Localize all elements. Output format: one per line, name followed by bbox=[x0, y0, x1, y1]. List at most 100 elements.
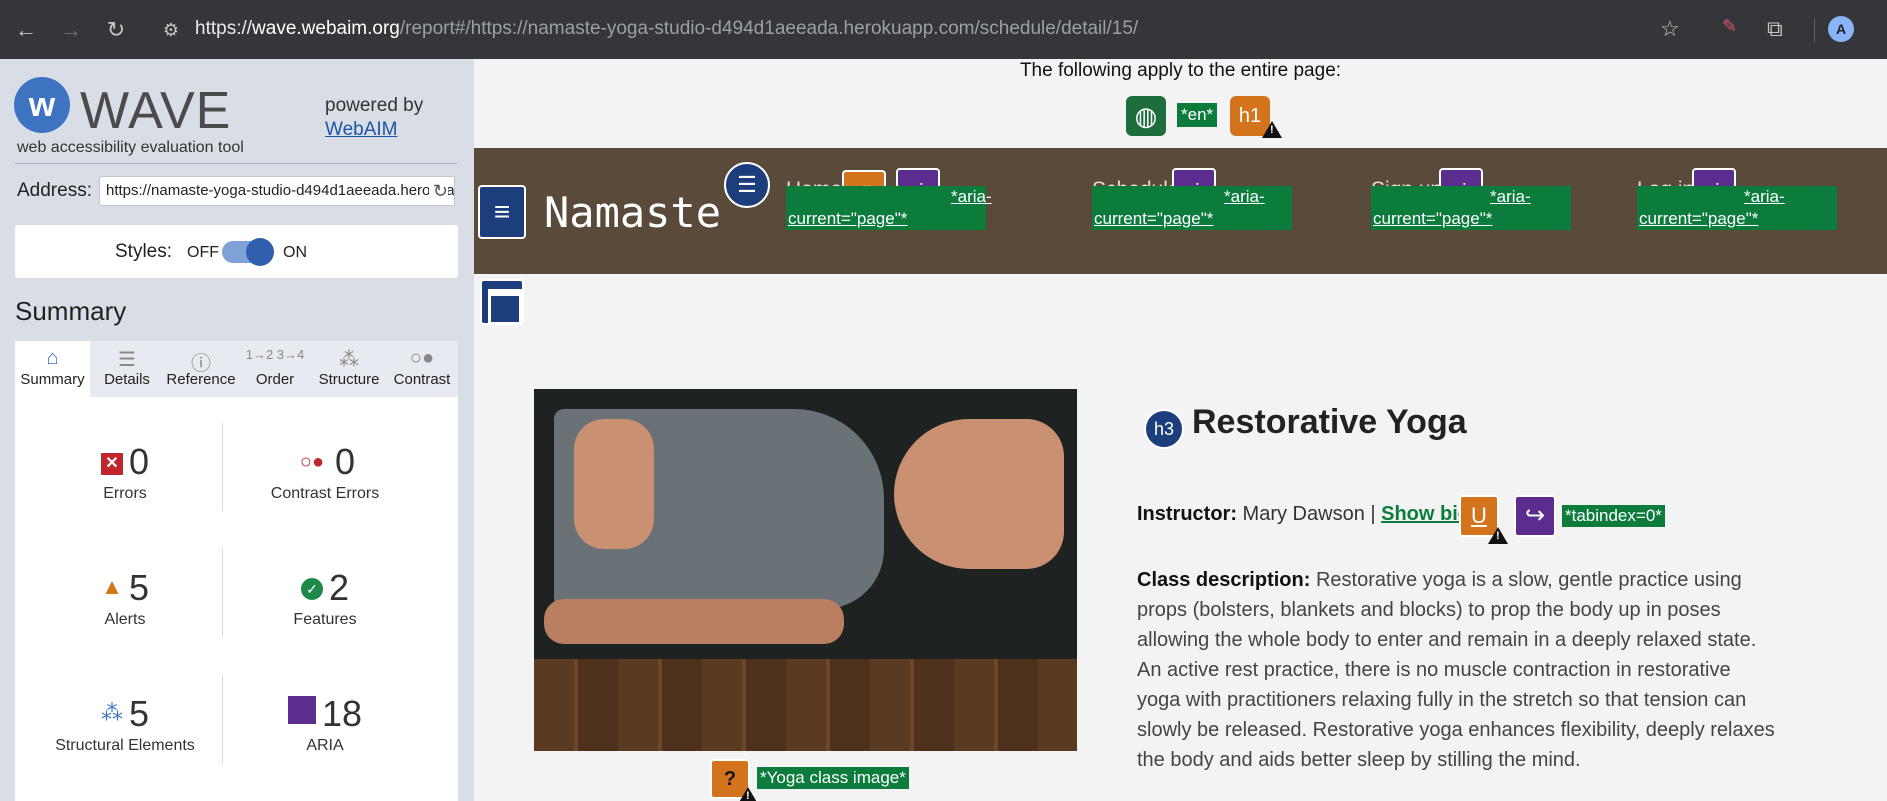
info-icon: ⓘ bbox=[191, 353, 211, 375]
yoga-class-image bbox=[534, 389, 1077, 751]
tab-contrast[interactable]: ○● Contrast bbox=[386, 341, 458, 397]
address-input[interactable]: https://namaste-yoga-studio-d494d1aeeada… bbox=[99, 176, 455, 206]
list-structure-icon[interactable]: ☰ bbox=[724, 162, 770, 208]
count-value: 18 bbox=[321, 693, 363, 734]
count-value: 0 bbox=[128, 441, 150, 482]
instructor-label: Instructor: bbox=[1137, 503, 1237, 525]
alert-icon: ▲ bbox=[101, 574, 123, 599]
tab-label: Details bbox=[104, 371, 150, 388]
summary-heading: Summary bbox=[15, 296, 127, 326]
instructor-name: Mary Dawson | bbox=[1237, 503, 1382, 525]
alerts-count[interactable]: ▲ 5 Alerts bbox=[25, 567, 225, 629]
aria-current-tag: *aria-current="page"* bbox=[1637, 186, 1837, 230]
bookmark-star-icon[interactable]: ☆ bbox=[1660, 16, 1680, 42]
extensions-puzzle-icon[interactable]: ⧉ bbox=[1767, 16, 1783, 42]
back-icon[interactable]: ← bbox=[12, 16, 40, 44]
count-label: Alerts bbox=[104, 611, 146, 628]
url-prefix: https:// bbox=[195, 18, 253, 39]
feature-check-icon: ✓ bbox=[300, 578, 323, 600]
heading-h3-icon[interactable]: h3 bbox=[1144, 409, 1184, 449]
class-description: Class description: Restorative yoga is a… bbox=[1137, 565, 1777, 775]
count-value: 2 bbox=[328, 567, 350, 608]
warning-icon bbox=[738, 787, 758, 801]
class-title: Restorative Yoga bbox=[1192, 403, 1467, 441]
tabindex-tag: *tabindex=0* bbox=[1562, 505, 1665, 527]
tab-summary[interactable]: ⌂ Summary bbox=[15, 341, 90, 397]
head-shape bbox=[894, 419, 1064, 569]
wave-logo-icon: w bbox=[14, 77, 70, 133]
powered-by-text: powered by bbox=[325, 95, 424, 116]
site-info-icon[interactable]: ⚙ bbox=[157, 16, 185, 44]
description-text: Restorative yoga is a slow, gentle pract… bbox=[1137, 569, 1775, 771]
count-label: Features bbox=[293, 611, 357, 628]
instructor-line: Instructor: Mary Dawson | Show bio bbox=[1137, 503, 1470, 526]
refresh-icon[interactable]: ↻ bbox=[428, 177, 448, 205]
url-path: /report#/https://namaste-yoga-studio-d49… bbox=[399, 18, 1139, 39]
contrast-icon: ○● bbox=[409, 347, 435, 369]
count-label: ARIA bbox=[306, 737, 344, 754]
evaluated-page: The following apply to the entire page: … bbox=[474, 59, 1887, 801]
profile-avatar[interactable]: A bbox=[1828, 16, 1854, 42]
toolbar-divider bbox=[1814, 18, 1815, 42]
aria-current-tag: *aria-current="page"* bbox=[1092, 186, 1292, 230]
main-content-structure-icon[interactable] bbox=[480, 279, 524, 325]
tab-label: Order bbox=[255, 371, 295, 388]
styles-toggle-switch[interactable] bbox=[222, 238, 274, 266]
divider bbox=[222, 549, 223, 637]
aria-current-tag: *aria-current="page"* bbox=[786, 186, 992, 230]
warning-icon bbox=[1488, 527, 1508, 544]
styles-toggle-panel: Styles: OFF ON bbox=[15, 225, 458, 278]
tab-label: Reference bbox=[166, 371, 236, 388]
count-label: Errors bbox=[103, 485, 147, 502]
error-icon: ✕ bbox=[100, 453, 123, 475]
reload-icon[interactable]: ↻ bbox=[102, 16, 130, 44]
list-icon: ☰ bbox=[118, 349, 136, 371]
wave-sidebar: w WAVE web accessibility evaluation tool… bbox=[0, 59, 474, 801]
header-structure-icon[interactable]: ≡ bbox=[478, 185, 526, 239]
description-label: Class description: bbox=[1137, 569, 1311, 591]
errors-count[interactable]: ✕ 0 Errors bbox=[25, 441, 225, 503]
structure-icon: ⁂ bbox=[339, 349, 359, 371]
tab-order[interactable]: 1→2 3→4 Order bbox=[238, 341, 312, 397]
divider bbox=[222, 423, 223, 511]
address-bar[interactable]: https://wave.webaim.org/report#/https://… bbox=[195, 18, 1138, 40]
image-alt-tag: *Yoga class image* bbox=[757, 767, 909, 789]
order-icon: 1→2 3→4 bbox=[245, 347, 305, 362]
styles-off-label: OFF bbox=[187, 244, 219, 261]
tab-structure[interactable]: ⁂ Structure bbox=[312, 341, 386, 397]
structural-elements-count[interactable]: ⁂ 5 Structural Elements bbox=[25, 693, 225, 755]
url-host: wave.webaim.org bbox=[252, 18, 400, 39]
show-bio-link[interactable]: Show bio bbox=[1381, 503, 1470, 525]
count-value: 5 bbox=[128, 693, 150, 734]
wave-subtitle: web accessibility evaluation tool bbox=[17, 139, 244, 156]
summary-counts: ✕ 0 Errors ○● 0 Contrast Errors ▲ 5 Alerts … bbox=[15, 397, 458, 801]
home-icon: ⌂ bbox=[46, 347, 59, 369]
count-value: 5 bbox=[128, 567, 150, 608]
divider bbox=[15, 163, 457, 164]
floor-shape bbox=[534, 659, 1077, 751]
extension-pen-icon[interactable]: ✎ bbox=[1722, 16, 1737, 37]
tab-label: Summary bbox=[20, 371, 85, 388]
aria-current-tag: *aria-current="page"* bbox=[1371, 186, 1571, 230]
webaim-link[interactable]: WebAIM bbox=[325, 119, 398, 141]
h1-label: h1 bbox=[1238, 105, 1262, 127]
count-label: Contrast Errors bbox=[270, 485, 380, 502]
forward-icon[interactable]: → bbox=[57, 16, 85, 44]
site-brand[interactable]: Namaste bbox=[544, 188, 721, 237]
wave-title: WAVE bbox=[80, 82, 232, 140]
tab-label: Contrast bbox=[393, 371, 451, 388]
aria-count[interactable]: 18 ARIA bbox=[225, 693, 425, 755]
arm-shape bbox=[544, 599, 844, 644]
contrast-errors-count[interactable]: ○● 0 Contrast Errors bbox=[225, 441, 425, 503]
address-label: Address: bbox=[17, 180, 92, 201]
aria-icon bbox=[287, 696, 316, 724]
address-value: https://namaste-yoga-studio-d494d1aeeada… bbox=[106, 182, 455, 199]
tab-details[interactable]: ☰ Details bbox=[90, 341, 164, 397]
tabindex-aria-icon[interactable]: ↪ bbox=[1514, 495, 1556, 537]
language-tag: *en* bbox=[1177, 103, 1218, 127]
features-count[interactable]: ✓ 2 Features bbox=[225, 567, 425, 629]
styles-on-label: ON bbox=[283, 244, 307, 261]
site-navbar: ≡ Namaste ☰ Home ↗ aria *aria-current="p… bbox=[474, 148, 1887, 274]
language-globe-icon[interactable]: ◍ bbox=[1126, 96, 1166, 136]
tab-reference[interactable]: ⓘ Reference bbox=[164, 341, 238, 397]
